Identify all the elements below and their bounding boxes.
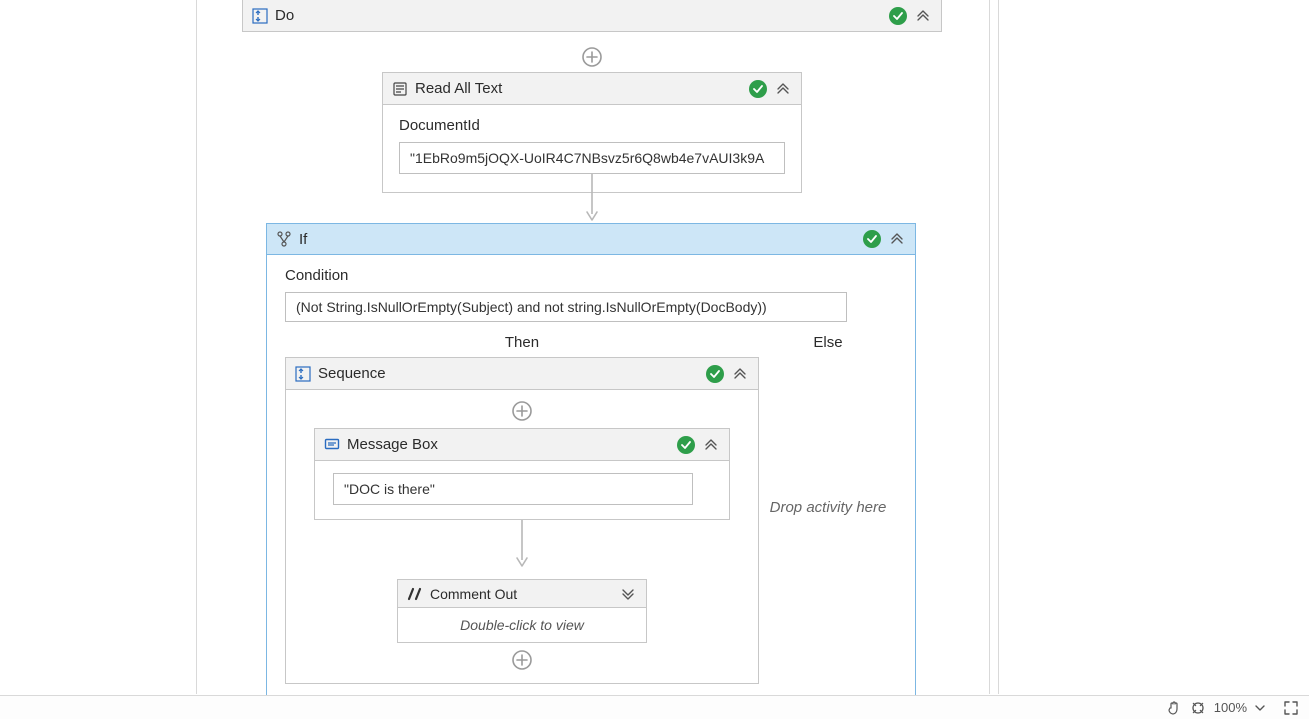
if-activity-header[interactable]: If (266, 223, 916, 255)
collapse-icon[interactable] (773, 79, 793, 99)
maximize-icon[interactable] (1283, 700, 1299, 716)
message-box-input[interactable]: "DOC is there" (333, 473, 693, 505)
collapse-icon[interactable] (913, 6, 933, 26)
comment-out-hint[interactable]: Double-click to view (398, 608, 646, 642)
documentid-label: DocumentId (399, 117, 785, 134)
zoom-level[interactable]: 100% (1214, 700, 1247, 715)
else-label: Else (759, 332, 897, 357)
comment-slash-icon (406, 585, 424, 603)
connector-arrow (515, 520, 529, 573)
expand-icon[interactable] (618, 584, 638, 604)
sequence-icon (251, 7, 269, 25)
sequence-icon (294, 365, 312, 383)
collapse-icon[interactable] (887, 229, 907, 249)
validated-icon (677, 436, 695, 454)
if-activity[interactable]: If Condition (Not String.IsNullOrEmpty(S… (266, 223, 916, 701)
documentid-input[interactable]: "1EbRo9m5jOQX-UoIR4C7NBsvz5r6Q8wb4e7vAUI… (399, 142, 785, 174)
collapse-icon[interactable] (730, 364, 750, 384)
add-activity-button[interactable] (581, 46, 603, 68)
panel-border-left (196, 0, 197, 694)
message-box-value: "DOC is there" (344, 481, 435, 497)
comment-out-activity[interactable]: Comment Out Double-click to view (397, 579, 647, 643)
add-activity-button[interactable] (511, 400, 533, 422)
collapse-icon[interactable] (701, 435, 721, 455)
validated-icon (749, 80, 767, 98)
condition-value: (Not String.IsNullOrEmpty(Subject) and n… (296, 299, 767, 315)
sequence-activity[interactable]: Sequence (285, 357, 759, 684)
panel-border-right-outer (998, 0, 999, 694)
comment-out-header[interactable]: Comment Out (398, 580, 646, 608)
message-box-header[interactable]: Message Box (315, 429, 729, 461)
comment-out-title: Comment Out (430, 586, 612, 602)
message-box-icon (323, 436, 341, 454)
do-activity-header[interactable]: Do (242, 0, 942, 32)
condition-label: Condition (285, 267, 897, 284)
else-drop-zone[interactable]: Drop activity here (759, 357, 897, 657)
add-activity-button[interactable] (511, 649, 533, 671)
pan-hand-icon[interactable] (1166, 700, 1182, 716)
panel-border-right (989, 0, 990, 694)
sequence-header[interactable]: Sequence (286, 358, 758, 390)
do-title: Do (275, 7, 883, 24)
validated-icon (889, 7, 907, 25)
if-title: If (299, 231, 857, 248)
validated-icon (863, 230, 881, 248)
message-box-title: Message Box (347, 436, 671, 453)
else-placeholder-text: Drop activity here (770, 499, 887, 516)
zoom-dropdown-icon[interactable] (1255, 703, 1265, 713)
if-icon (275, 230, 293, 248)
read-all-text-header[interactable]: Read All Text (383, 73, 801, 105)
read-all-text-title: Read All Text (415, 80, 743, 97)
documentid-value: "1EbRo9m5jOQX-UoIR4C7NBsvz5r6Q8wb4e7vAUI… (410, 150, 764, 166)
document-lines-icon (391, 80, 409, 98)
then-label: Then (285, 332, 759, 357)
fit-to-screen-icon[interactable] (1190, 700, 1206, 716)
sequence-title: Sequence (318, 365, 700, 382)
status-bar: 100% (0, 695, 1309, 719)
validated-icon (706, 365, 724, 383)
message-box-activity[interactable]: Message Box (314, 428, 730, 520)
read-all-text-activity[interactable]: Read All Text DocumentId "1EbRo9m5jOQX-U… (382, 72, 802, 193)
condition-input[interactable]: (Not String.IsNullOrEmpty(Subject) and n… (285, 292, 847, 322)
